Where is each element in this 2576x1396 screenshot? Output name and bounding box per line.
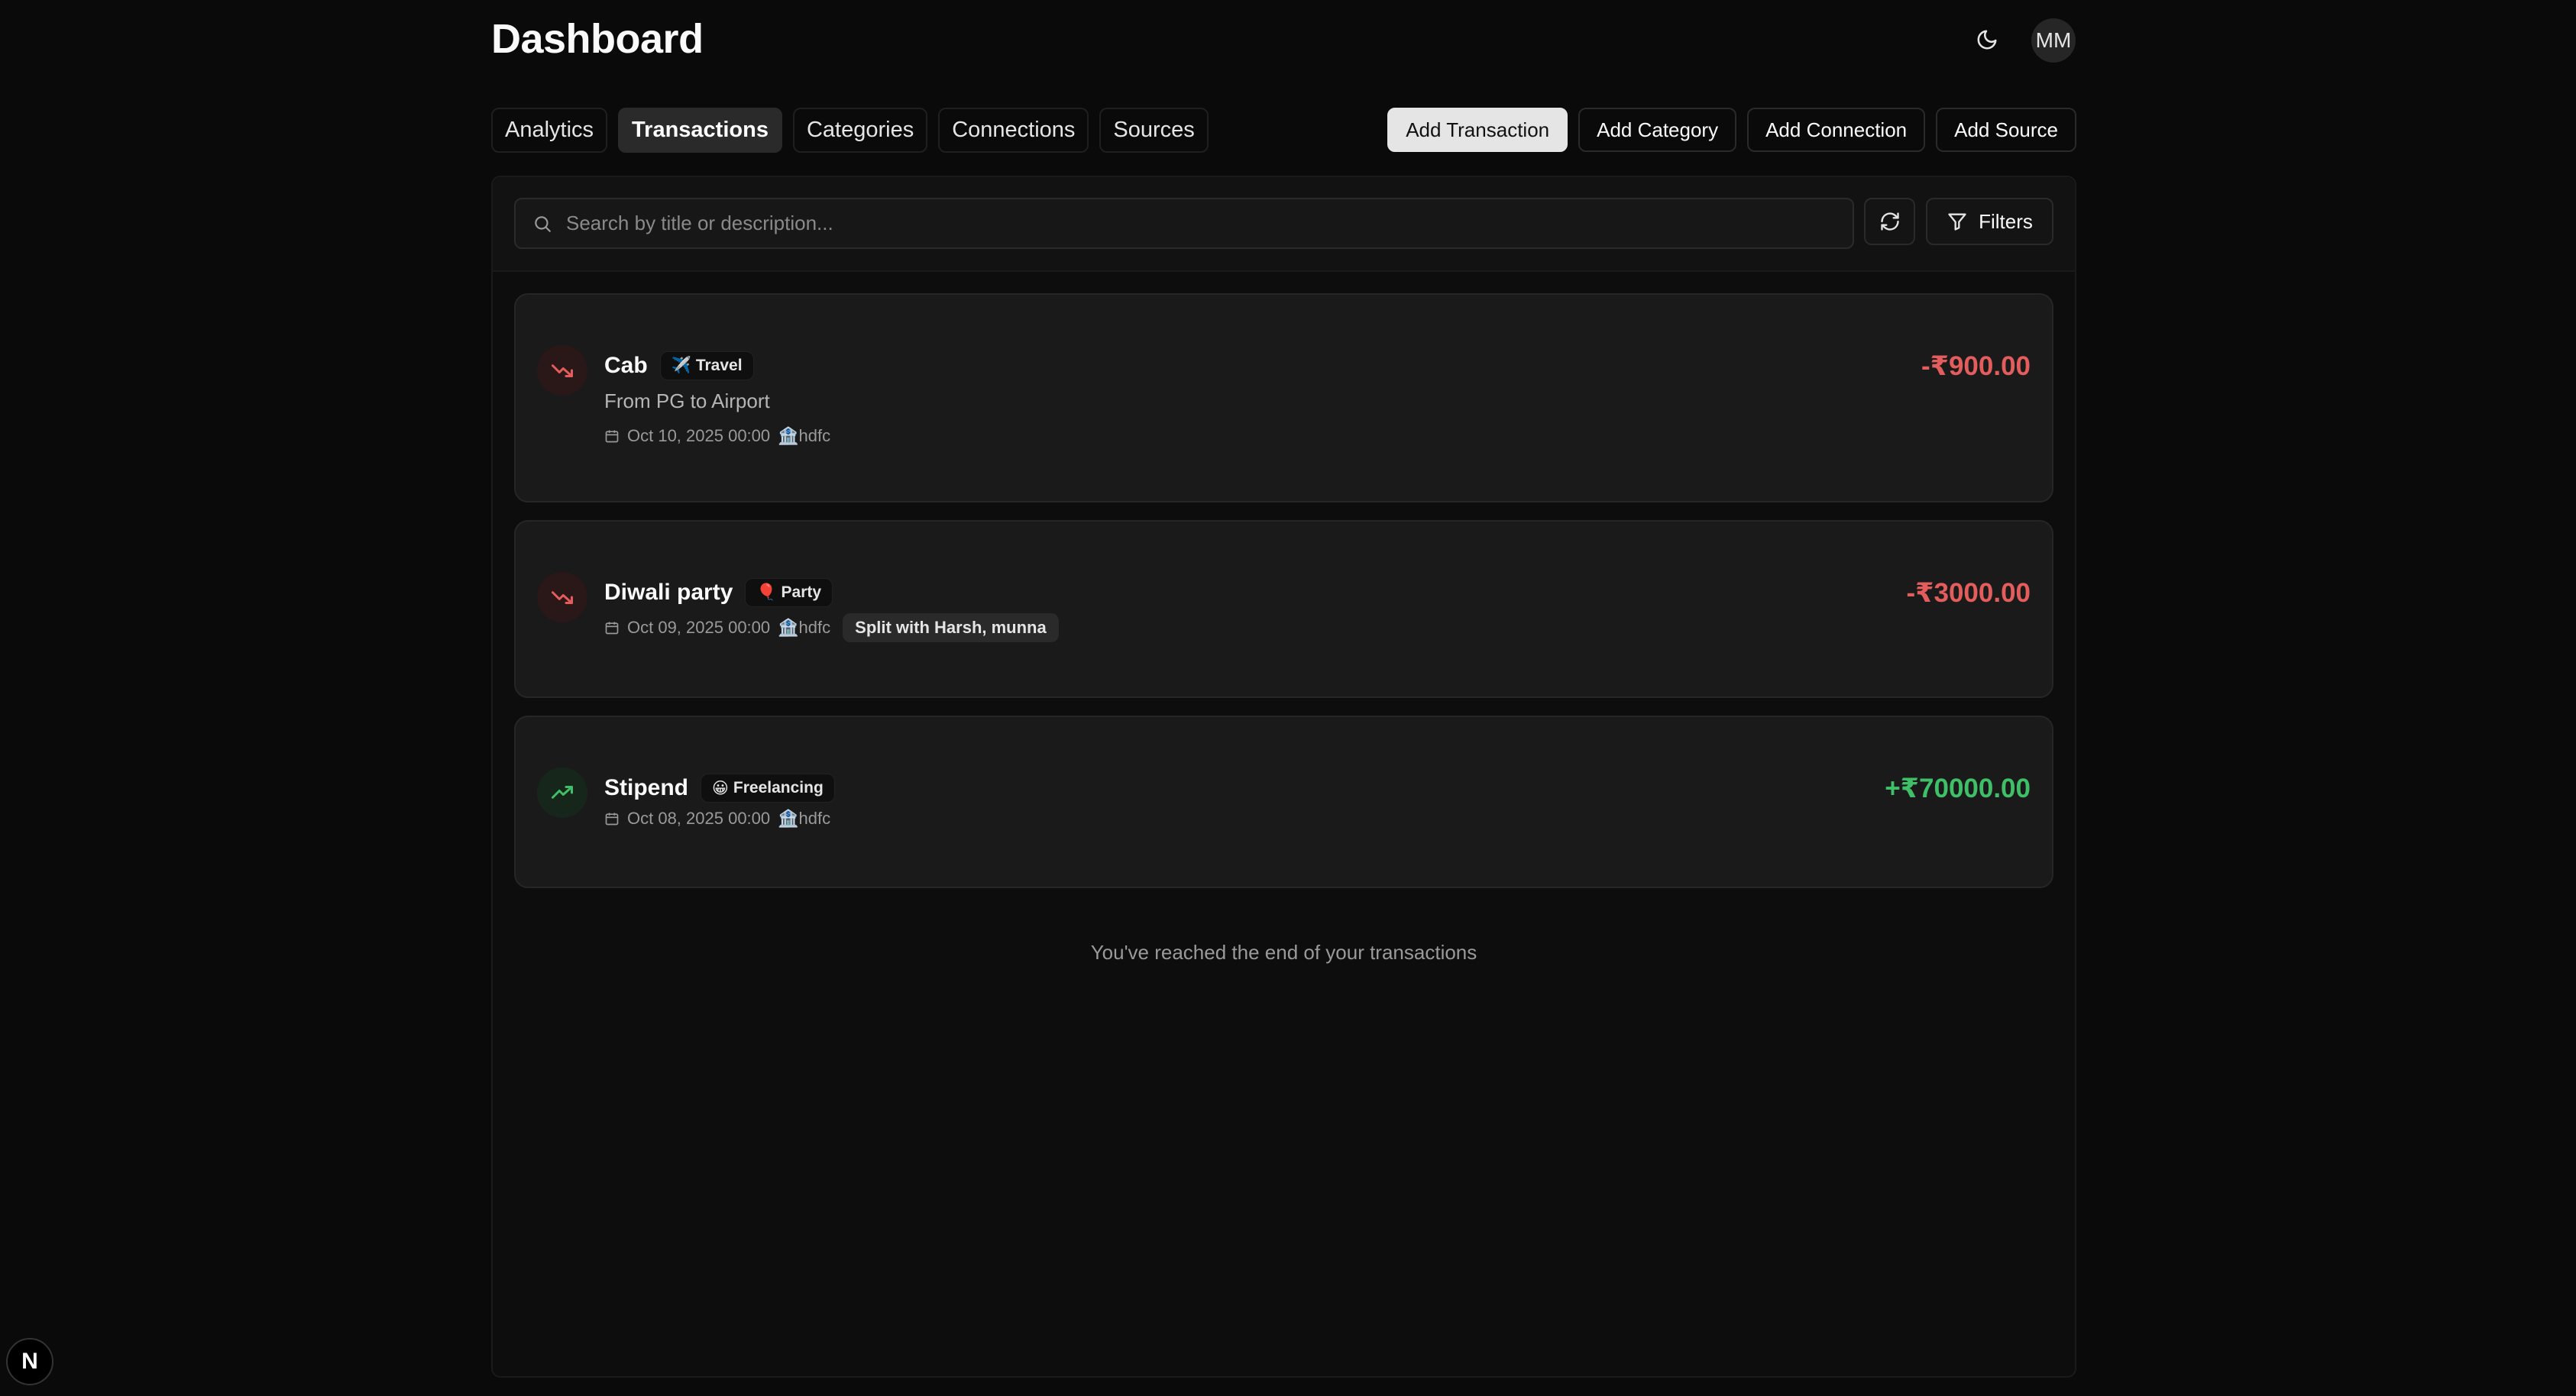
search-input[interactable] [566, 212, 1788, 235]
calendar-icon [605, 622, 619, 635]
transaction-source: hdfc [798, 426, 831, 445]
tab-transactions[interactable]: Transactions [618, 108, 782, 153]
transaction-title: Cab [604, 353, 648, 378]
category-label: Freelancing [733, 779, 824, 797]
category-badge: ✈️ Travel [659, 351, 754, 380]
add-source-button[interactable]: Add Source [1936, 108, 2076, 152]
toolbar: Filters [493, 177, 2075, 272]
refresh-button[interactable] [1864, 198, 1915, 245]
filter-icon [1948, 213, 1966, 231]
category-emoji: ✈️ [671, 357, 691, 374]
trending-down-icon [552, 364, 573, 377]
refresh-icon [1880, 212, 1899, 231]
transaction-card[interactable]: Cab ✈️ Travel From PG to Airport Oct 10,… [514, 293, 2053, 502]
transaction-card[interactable]: Stipend 😀 Freelancing Oct 08, 2025 00:00… [514, 716, 2053, 888]
transaction-source: hdfc [798, 809, 831, 828]
add-transaction-button[interactable]: Add Transaction [1387, 108, 1568, 152]
transaction-amount: -₹3000.00 [1906, 578, 2031, 608]
tab-connections[interactable]: Connections [938, 108, 1089, 153]
transaction-title: Stipend [604, 775, 688, 800]
source-emoji: 🏦 [778, 426, 799, 445]
end-of-list-message: You've reached the end of your transacti… [1090, 941, 1477, 964]
search-icon [535, 215, 551, 232]
header: Dashboard MM [491, 0, 2076, 84]
theme-toggle-button[interactable] [1969, 21, 2005, 58]
split-badge: Split with Harsh, munna [843, 613, 1059, 642]
transactions-panel: Filters Cab ✈️ Travel From PG to Airport… [491, 176, 2076, 1378]
nextjs-logo[interactable]: N [6, 1338, 53, 1385]
tab-analytics[interactable]: Analytics [491, 108, 608, 153]
category-badge: 😀 Freelancing [701, 774, 835, 803]
transaction-date: Oct 09, 2025 00:00 [627, 618, 771, 637]
calendar-icon [605, 430, 619, 443]
tab-sources[interactable]: Sources [1099, 108, 1209, 153]
moon-icon [1977, 30, 1997, 50]
page-title: Dashboard [491, 16, 704, 62]
expense-indicator [537, 572, 587, 622]
source-emoji: 🏦 [778, 809, 799, 828]
category-badge: 🎈 Party [745, 578, 833, 607]
app: Dashboard MM Analytics Transactions Cate… [491, 0, 2076, 1378]
category-emoji: 😀 [712, 779, 729, 797]
transaction-meta: Oct 10, 2025 00:00 🏦 hdfc [604, 426, 830, 446]
transaction-title: Diwali party [604, 580, 733, 605]
transaction-amount: -₹900.00 [1921, 351, 2031, 381]
transaction-date: Oct 08, 2025 00:00 [627, 809, 771, 828]
transaction-description: From PG to Airport [604, 389, 770, 412]
income-indicator [537, 767, 587, 818]
transaction-title-row: Stipend 😀 Freelancing [604, 774, 835, 803]
filters-button[interactable]: Filters [1926, 198, 2053, 245]
add-connection-button[interactable]: Add Connection [1747, 108, 1926, 152]
avatar[interactable]: MM [2031, 18, 2076, 63]
transaction-title-row: Diwali party 🎈 Party [604, 578, 833, 607]
transaction-meta: Oct 09, 2025 00:00 🏦 hdfc Split with Hars… [604, 613, 1059, 642]
transaction-source: hdfc [798, 618, 831, 637]
add-category-button[interactable]: Add Category [1578, 108, 1737, 152]
search-box [514, 198, 1854, 249]
transaction-meta: Oct 08, 2025 00:00 🏦 hdfc [604, 809, 830, 829]
category-label: Travel [695, 357, 743, 374]
source-emoji: 🏦 [778, 618, 799, 637]
trending-down-icon [552, 591, 573, 604]
transaction-amount: +₹70000.00 [1885, 774, 2031, 803]
transaction-card[interactable]: Diwali party 🎈 Party Oct 09, 2025 00:00 … [514, 520, 2053, 698]
tab-categories[interactable]: Categories [792, 108, 928, 153]
transaction-title-row: Cab ✈️ Travel [604, 351, 754, 380]
trending-up-icon [552, 786, 573, 799]
category-emoji: 🎈 [756, 583, 777, 601]
calendar-icon [605, 813, 619, 826]
transaction-date: Oct 10, 2025 00:00 [627, 426, 771, 445]
expense-indicator [537, 345, 587, 396]
tab-list: Analytics Transactions Categories Connec… [491, 108, 1209, 153]
action-buttons: Add Transaction Add Category Add Connect… [1387, 108, 2076, 152]
filters-label: Filters [1979, 209, 2033, 233]
category-label: Party [781, 583, 822, 601]
